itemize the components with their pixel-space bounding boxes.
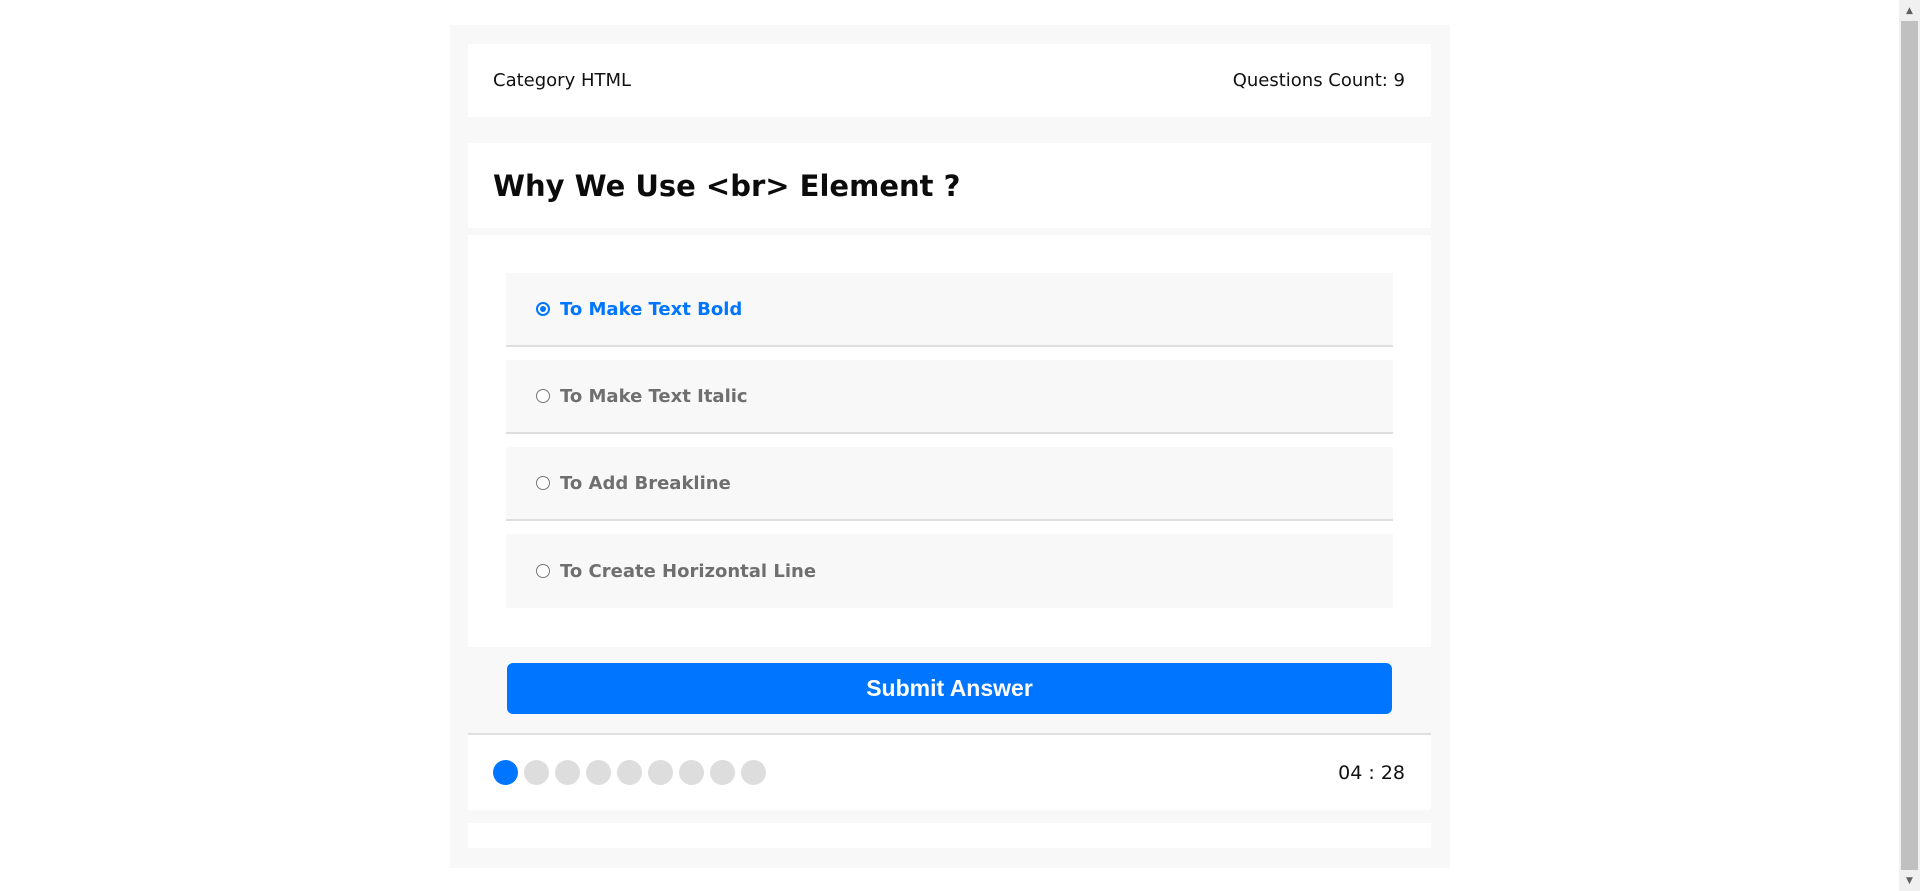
answer-label[interactable]: To Add Breakline: [560, 473, 731, 494]
answers-area: To Make Text Bold To Make Text Italic To…: [468, 235, 1431, 647]
results-area: [468, 823, 1431, 848]
answer-label[interactable]: To Create Horizontal Line: [560, 561, 816, 582]
radio-unchecked-icon[interactable]: [536, 564, 550, 578]
progress-bullet: [741, 760, 766, 785]
quiz-app: Category HTML Questions Count: 9 Why We …: [450, 25, 1450, 868]
questions-count: Questions Count: 9: [1232, 70, 1405, 91]
answer-label[interactable]: To Make Text Italic: [560, 386, 748, 407]
scroll-up-arrow-icon[interactable]: ▲: [1899, 2, 1920, 19]
progress-bullet: [524, 760, 549, 785]
answer-option[interactable]: To Create Horizontal Line: [506, 534, 1393, 608]
answer-label[interactable]: To Make Text Bold: [560, 299, 742, 320]
submit-answer-button[interactable]: Submit Answer: [507, 663, 1392, 714]
progress-bullet: [710, 760, 735, 785]
vertical-scrollbar[interactable]: ▲ ▼: [1899, 0, 1920, 891]
category-label: Category HTML: [493, 70, 632, 91]
progress-bullet: [555, 760, 580, 785]
answer-option[interactable]: To Make Text Italic: [506, 360, 1393, 434]
progress-bullet-active: [493, 760, 518, 785]
question-area: Why We Use <br> Element ?: [468, 143, 1431, 228]
scroll-down-arrow-icon[interactable]: ▼: [1899, 872, 1920, 889]
scrollbar-thumb[interactable]: [1901, 21, 1918, 870]
countdown-timer: 04 : 28: [1338, 761, 1405, 784]
question-title: Why We Use <br> Element ?: [493, 168, 961, 203]
quiz-info: Category HTML Questions Count: 9: [468, 44, 1431, 117]
radio-unchecked-icon[interactable]: [536, 389, 550, 403]
progress-bullet: [679, 760, 704, 785]
progress-bullets: [493, 760, 772, 785]
answer-option[interactable]: To Add Breakline: [506, 447, 1393, 521]
progress-bullet: [617, 760, 642, 785]
progress-bullet: [648, 760, 673, 785]
radio-checked-icon[interactable]: [536, 302, 550, 316]
answer-option[interactable]: To Make Text Bold: [506, 273, 1393, 347]
radio-unchecked-icon[interactable]: [536, 476, 550, 490]
progress-bullets-bar: 04 : 28: [468, 733, 1431, 810]
progress-bullet: [586, 760, 611, 785]
